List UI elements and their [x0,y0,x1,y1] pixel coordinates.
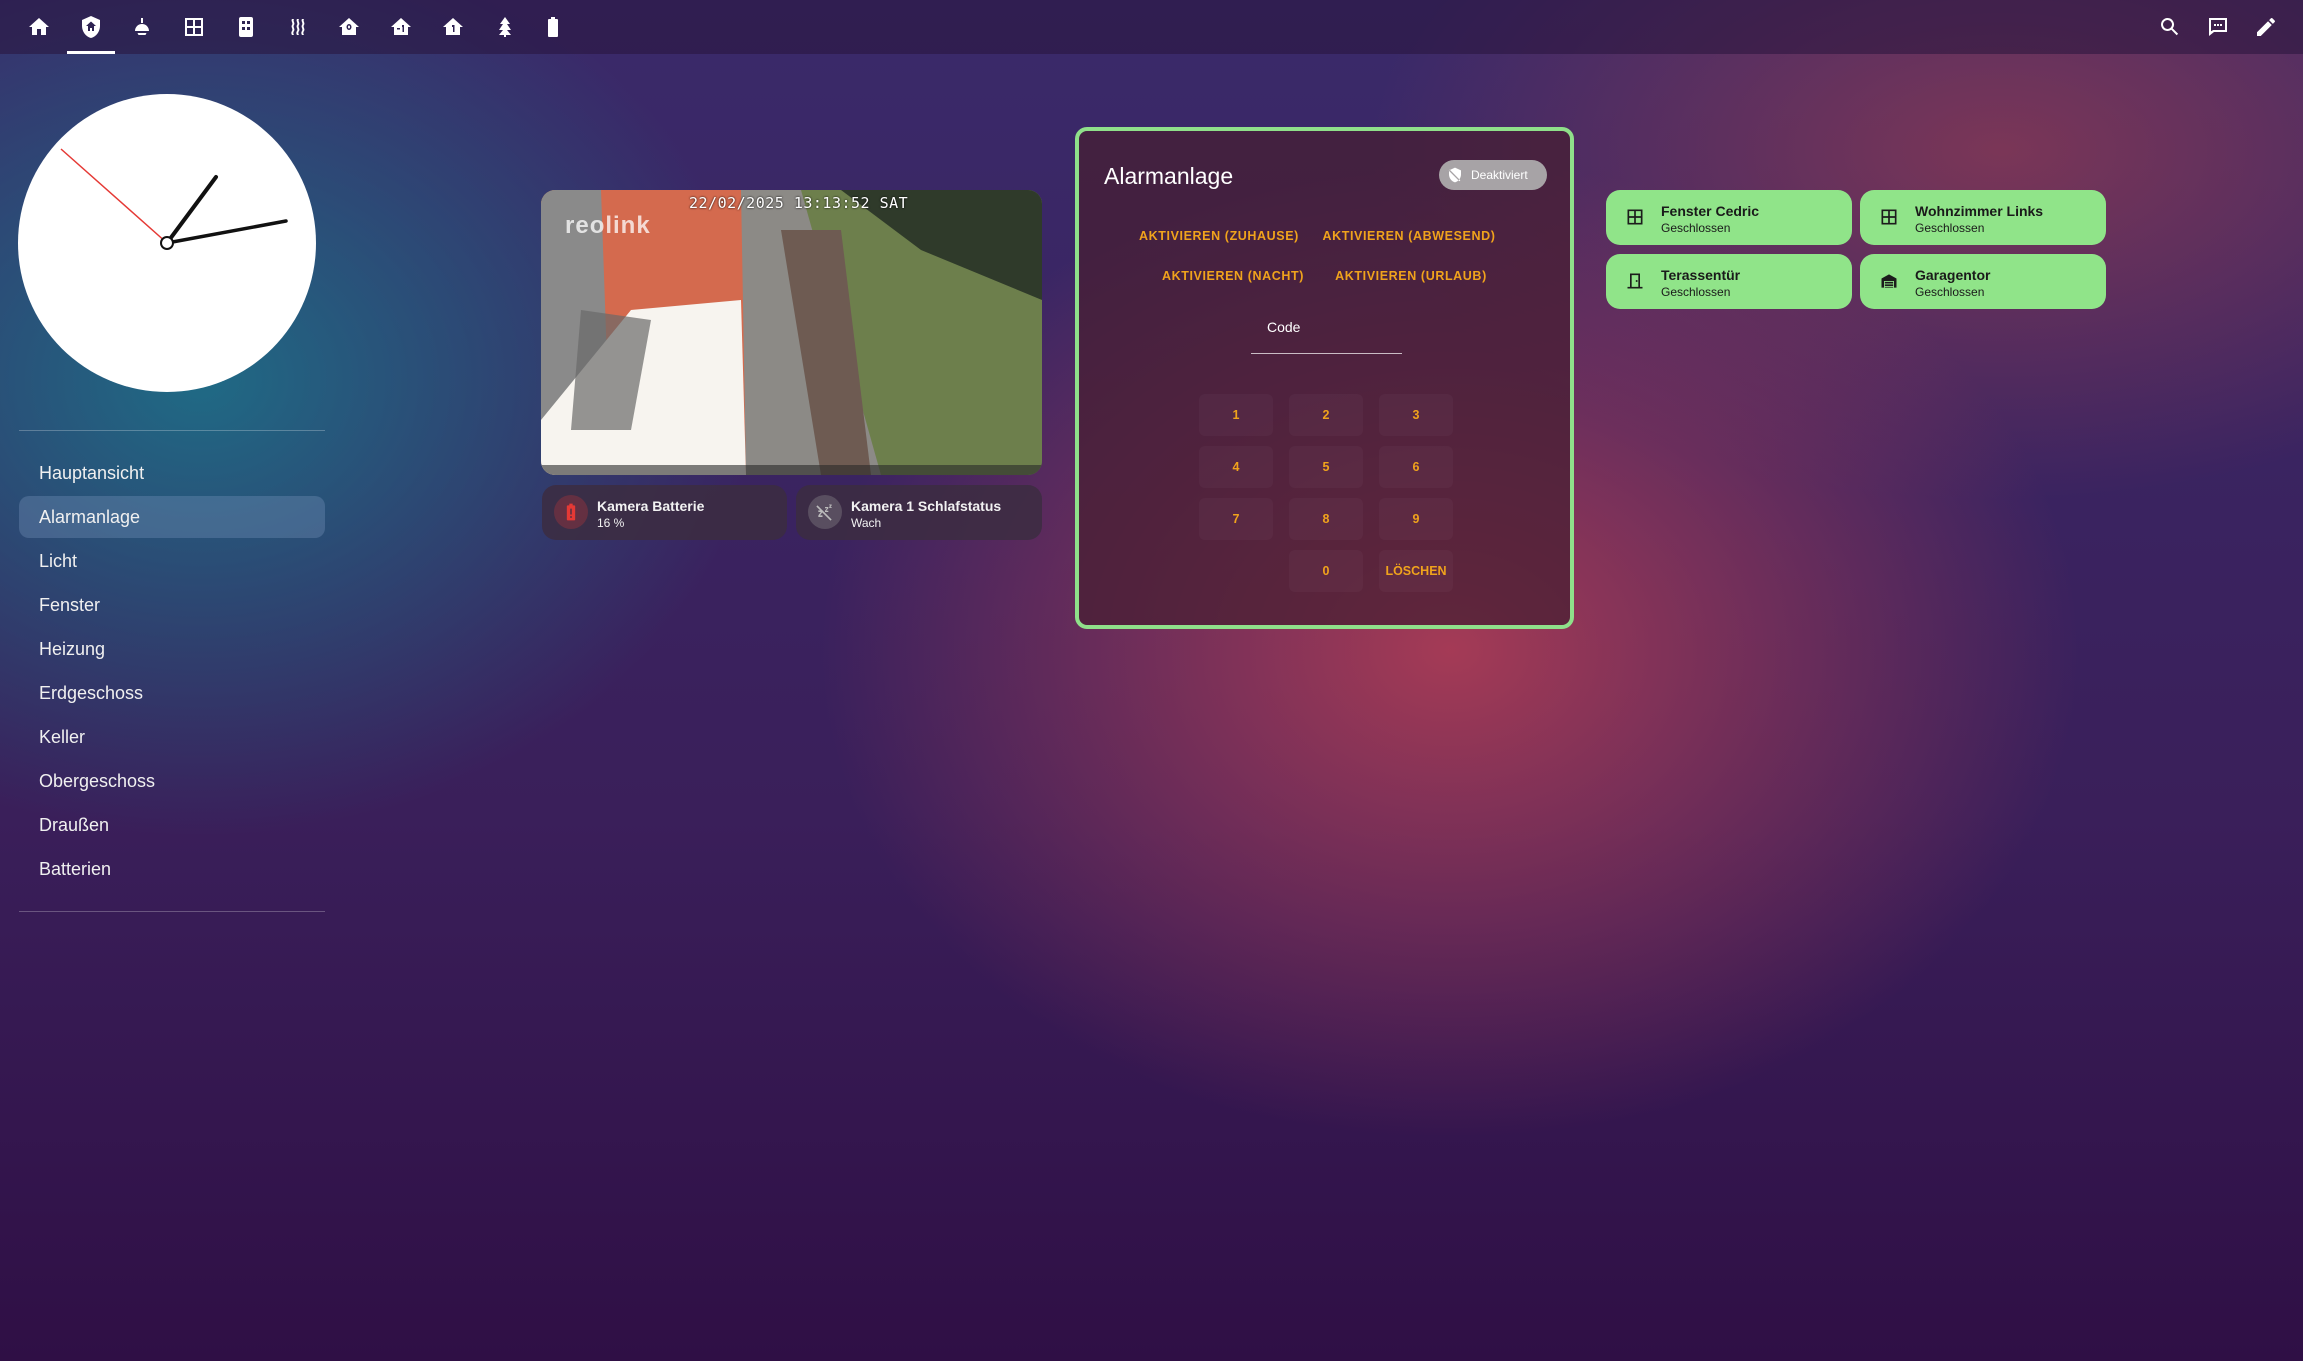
keypad-9[interactable]: 9 [1379,498,1453,540]
battery-icon [548,17,558,37]
tile-state: 16 % [597,516,625,530]
tab-window[interactable] [168,0,220,54]
code-input[interactable]: Code [1251,311,1402,354]
arm-night-button[interactable]: AKTIVIEREN (NACHT) [1149,259,1317,293]
keypad-7[interactable]: 7 [1199,498,1273,540]
window-closed-icon [1872,200,1906,234]
clock-minute-hand [165,219,288,245]
tab-basement[interactable] [375,0,427,54]
camera-timestamp: 22/02/2025 13:13:52 SAT [689,194,909,212]
keypad-2[interactable]: 2 [1289,394,1363,436]
camera-brand-logo: reolink [565,212,651,239]
tab-alarm[interactable] [65,0,117,54]
keypad-8[interactable]: 8 [1289,498,1363,540]
garage-icon [1872,264,1906,298]
camera-sleep-tile[interactable]: Kamera 1 Schlafstatus Wach [796,485,1042,540]
window-icon [185,18,203,36]
sidebar-item-draussen[interactable]: Draußen [19,804,325,846]
tab-light[interactable] [116,0,168,54]
keypad-3[interactable]: 3 [1379,394,1453,436]
shield-off-icon [1448,167,1461,183]
keypad-1[interactable]: 1 [1199,394,1273,436]
sidebar-item-erdgeschoss[interactable]: Erdgeschoss [19,672,325,714]
arm-vacation-button[interactable]: AKTIVIEREN (URLAUB) [1323,259,1499,293]
tab-radiator[interactable] [220,0,272,54]
assist-button[interactable] [2194,0,2242,54]
clock-center [160,236,174,250]
assist-chat-icon [2209,18,2227,36]
sidebar-item-heizung[interactable]: Heizung [19,628,325,670]
home-floor-0-icon [339,18,359,35]
shield-home-icon [82,16,100,38]
sidebar-item-licht[interactable]: Licht [19,540,325,582]
tile-state: Wach [851,516,882,530]
sidebar-item-keller[interactable]: Keller [19,716,325,758]
home-floor-minus-1-icon [391,18,411,35]
tab-home[interactable] [13,0,65,54]
top-toolbar [0,0,2303,54]
home-icon [29,18,49,35]
sidebar-item-obergeschoss[interactable]: Obergeschoss [19,760,325,802]
code-label: Code [1267,319,1301,335]
ceiling-light-icon [135,18,149,35]
sidebar-divider-bottom [19,911,325,912]
tab-heating[interactable] [272,0,324,54]
tile-name: Terassentür [1661,267,1741,283]
sidebar-item-hauptansicht[interactable]: Hauptansicht [19,452,325,494]
tile-state: Geschlossen [1915,221,1985,235]
clock-hour-hand [165,175,218,245]
alarm-title: Alarmanlage [1104,163,1234,189]
search-button[interactable] [2146,0,2194,54]
sleep-off-icon [808,495,842,529]
arm-away-button[interactable]: AKTIVIEREN (ABWESEND) [1311,219,1507,253]
sidebar-item-batterien[interactable]: Batterien [19,848,325,890]
alarm-panel: Alarmanlage Deaktiviert AKTIVIEREN (ZUHA… [1075,127,1574,629]
tile-state: Geschlossen [1661,285,1731,299]
radiator-icon [239,17,253,37]
tab-outside[interactable] [479,0,531,54]
arm-home-button[interactable]: AKTIVIEREN (ZUHAUSE) [1131,219,1307,253]
search-icon [2161,18,2179,36]
tile-name: Garagentor [1915,267,1991,283]
sidebar-item-fenster[interactable]: Fenster [19,584,325,626]
sensor-tile-terassentuer[interactable]: Terassentür Geschlossen [1606,254,1852,309]
tile-name: Kamera Batterie [597,498,705,514]
edit-button[interactable] [2242,0,2290,54]
tab-ground-floor[interactable] [323,0,375,54]
sensor-tile-fenster-cedric[interactable]: Fenster Cedric Geschlossen [1606,190,1852,245]
heat-wave-icon [291,19,305,35]
tile-state: Geschlossen [1915,285,1985,299]
sidebar-item-alarmanlage[interactable]: Alarmanlage [19,496,325,538]
clock-second-hand [60,148,168,244]
tile-state: Geschlossen [1661,221,1731,235]
tile-name: Fenster Cedric [1661,203,1760,219]
keypad-6[interactable]: 6 [1379,446,1453,488]
keypad-5[interactable]: 5 [1289,446,1363,488]
edit-pencil-icon [2257,17,2275,36]
battery-alert-icon [554,495,588,529]
pine-tree-icon [499,17,511,37]
door-closed-icon [1618,264,1652,298]
sensor-tile-wohnzimmer-links[interactable]: Wohnzimmer Links Geschlossen [1860,190,2106,245]
sensor-tile-garagentor[interactable]: Garagentor Geschlossen [1860,254,2106,309]
sidebar-divider-top [19,430,325,431]
tile-name: Kamera 1 Schlafstatus [851,498,1002,514]
camera-battery-tile[interactable]: Kamera Batterie 16 % [542,485,787,540]
window-closed-icon [1618,200,1652,234]
analog-clock [18,94,316,392]
home-floor-1-icon [443,18,463,35]
alarm-status-badge: Deaktiviert [1439,160,1547,190]
alarm-status-text: Deaktiviert [1471,168,1528,182]
keypad-4[interactable]: 4 [1199,446,1273,488]
tab-batteries[interactable] [527,0,579,54]
keypad-0[interactable]: 0 [1289,550,1363,592]
keypad-clear-button[interactable]: LÖSCHEN [1379,550,1453,592]
tab-upper-floor[interactable] [427,0,479,54]
tile-name: Wohnzimmer Links [1915,203,2044,219]
camera-feed[interactable]: 22/02/2025 13:13:52 SAT reolink [541,190,1042,475]
